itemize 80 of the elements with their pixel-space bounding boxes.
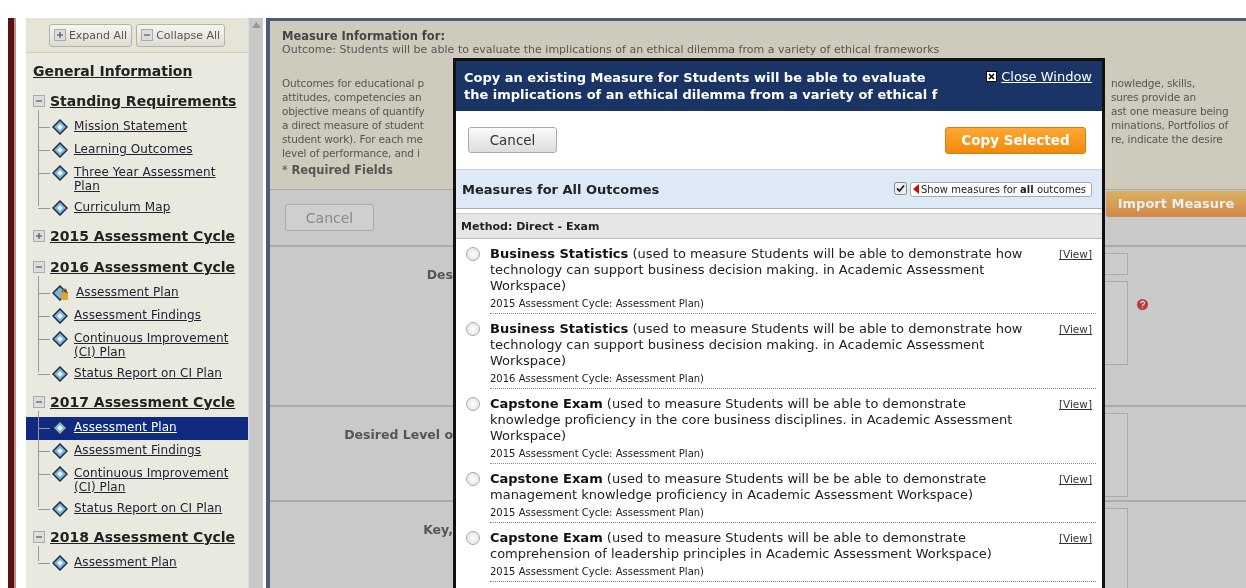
description-text: ast one measure being (1111, 104, 1229, 118)
sidebar-link[interactable]: General Information (33, 63, 248, 79)
measure-description: Business Statistics (used to measure Students will be able to demonstrate how technology can support business decision making. in Academic Assessment Workspace) (490, 246, 1024, 294)
text-area-field[interactable] (1105, 413, 1128, 497)
measure-description: Capstone Exam (used to measure Students will be be able to demonstrate management knowledge proficiency in Academic Assessment Workspace) (490, 471, 988, 503)
section-title: Measures for All Outcomes (462, 181, 660, 197)
collapse-toggle-icon[interactable] (33, 260, 45, 273)
tooltip-label: Show measures for all outcomes (910, 181, 1092, 197)
text-input-field[interactable] (1105, 253, 1128, 275)
close-icon (986, 71, 998, 82)
view-link[interactable]: [View] (1058, 248, 1092, 260)
description-text: objective means of quantify (282, 104, 426, 118)
measure-source: 2015 Assessment Cycle: Assessment Plan) (490, 566, 705, 577)
view-link[interactable]: [View] (1058, 473, 1092, 485)
method-heading: Method: Direct - Exam (456, 213, 1102, 239)
measure-source: 2015 Assessment Cycle: Assessment Plan) (490, 507, 705, 518)
expand-all-button[interactable]: Expand All (48, 23, 133, 47)
text-area-field[interactable] (1105, 508, 1128, 588)
pointer-arrow-icon (913, 184, 919, 194)
help-icon[interactable] (1137, 299, 1148, 310)
minus-icon (141, 29, 154, 41)
tree-item-link[interactable]: Assessment Plan (74, 555, 234, 569)
field-label: Key, (423, 522, 453, 537)
measure-source: 2015 Assessment Cycle: Assessment Plan) (490, 298, 705, 309)
section-heading-link[interactable]: 2017 Assessment Cycle (50, 393, 236, 410)
field-label: Desired Level o (344, 427, 453, 442)
field-label: Des (426, 267, 453, 282)
tree-item-link[interactable]: Assessment Plan (76, 285, 236, 299)
cancel-button[interactable]: Cancel (468, 127, 557, 153)
radio-button[interactable] (466, 472, 480, 486)
tree-item-link[interactable]: Learning Outcomes (74, 142, 234, 156)
measure-description: Capstone Exam (used to measure Students will be able to demonstrate knowledge proficiency in the core business disciplines. in Academic Assessment Workspace) (490, 396, 1014, 444)
tree-item-link[interactable]: Status Report on CI Plan (74, 366, 234, 380)
description-text: nowledge, skills, (1111, 76, 1197, 90)
required-fields-note: *Required Fields (282, 163, 394, 177)
tree-item-link[interactable]: Status Report on CI Plan (74, 501, 234, 515)
radio-button[interactable] (466, 531, 480, 545)
plus-icon (53, 29, 66, 41)
tree-item-link[interactable]: Mission Statement (74, 119, 234, 133)
measure-description: Capstone Exam (used to measure Students will be able to demonstrate comprehension of leadership principles in Academic Assessment Workspace) (490, 530, 993, 562)
dialog-title: Copy an existing Measure for Students will be able to evaluate the implications of an ethical dilemma from a variety of ethical f (464, 69, 939, 103)
description-text: Outcomes for educational p (282, 76, 426, 90)
description-text: re, indicate the desire (1111, 132, 1224, 146)
description-text: student work). For each me (282, 132, 424, 146)
section-heading-link[interactable]: 2015 Assessment Cycle (50, 227, 236, 244)
collapse-all-button[interactable]: Collapse All (136, 23, 226, 47)
collapse-toggle-icon[interactable] (33, 94, 45, 107)
outcome-text: Outcome: Students will be able to evaluate the implications of an ethical dilemma from a variety of ethical frameworks (282, 43, 941, 56)
section-heading-link[interactable]: Standing Requirements (50, 92, 237, 109)
section-heading-link[interactable]: 2016 Assessment Cycle (50, 258, 236, 275)
description-text: attitudes, competencies an (282, 90, 423, 104)
measure-source: 2015 Assessment Cycle: Assessment Plan) (490, 448, 705, 459)
tree-item-link[interactable]: Curriculum Map (74, 200, 234, 214)
measure-source: 2016 Assessment Cycle: Assessment Plan) (490, 373, 705, 384)
tree-item-link[interactable]: Continuous Improvement (CI) Plan (74, 466, 234, 494)
collapse-toggle-icon[interactable] (33, 395, 45, 408)
collapse-toggle-icon[interactable] (33, 530, 45, 543)
tree-item-link[interactable]: Assessment Findings (74, 443, 234, 457)
description-text: minations, Portfolios of (1111, 118, 1229, 132)
tree-item-link[interactable]: Assessment Findings (74, 308, 234, 322)
text-area-field[interactable] (1105, 281, 1128, 365)
expand-toggle-icon[interactable] (33, 229, 45, 242)
description-text: sures provide an (1111, 90, 1197, 104)
checkbox[interactable] (894, 181, 907, 195)
measure-description: Business Statistics (used to measure Students will be able to demonstrate how technology can support business decision making. in Academic Assessment Workspace) (490, 321, 1024, 369)
view-link[interactable]: [View] (1058, 532, 1092, 544)
tree-item-link[interactable]: Assessment Plan (74, 420, 234, 434)
close-window-link[interactable]: Close Window (986, 69, 1092, 84)
radio-button[interactable] (466, 322, 480, 336)
section-heading-link[interactable]: 2018 Assessment Cycle (50, 528, 236, 545)
tree-item-link[interactable]: Three Year Assessment Plan (74, 165, 234, 193)
tree-item-link[interactable]: Continuous Improvement (CI) Plan (74, 331, 234, 359)
description-text: level of performance, and i (282, 146, 421, 160)
scroll-up-arrow-icon[interactable] (251, 22, 261, 28)
view-link[interactable]: [View] (1058, 323, 1092, 335)
section-heading: Measure Information for: (282, 29, 446, 43)
radio-button[interactable] (466, 247, 480, 261)
radio-button[interactable] (466, 397, 480, 411)
description-text: a direct measure of student (282, 118, 425, 132)
view-link[interactable]: [View] (1058, 398, 1092, 410)
